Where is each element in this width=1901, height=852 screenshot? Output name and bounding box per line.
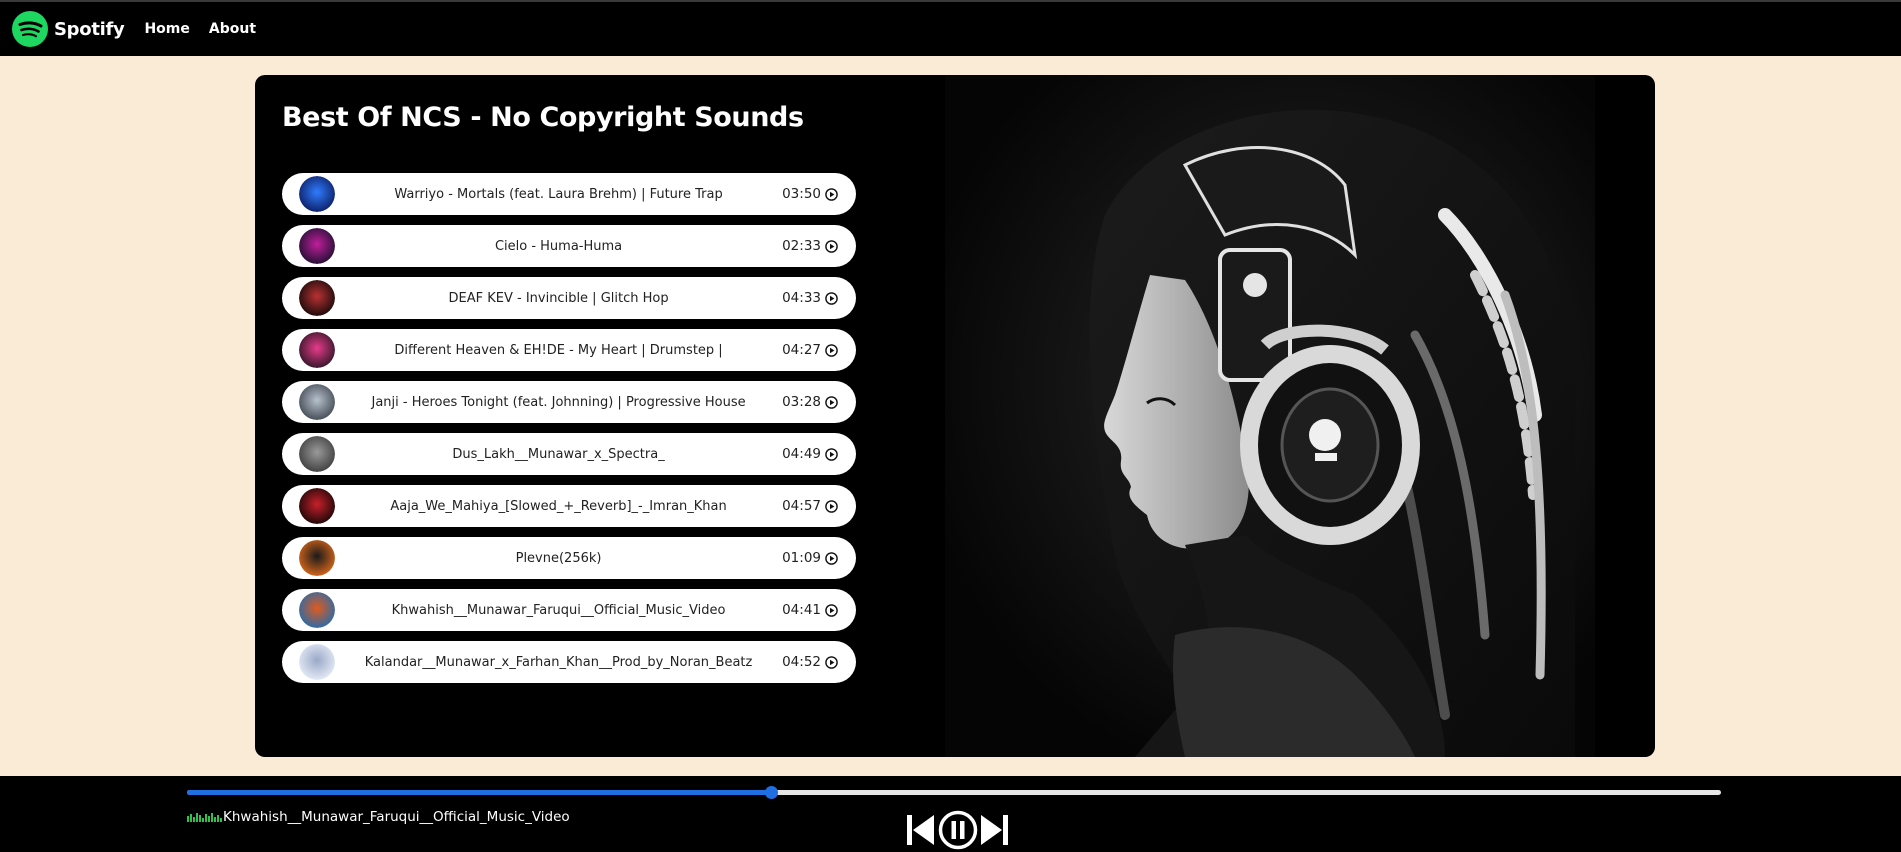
play-circle-icon[interactable] — [825, 343, 838, 357]
song-cover — [299, 176, 335, 212]
equalizer-icon — [187, 813, 222, 822]
song-duration-text: 03:50 — [782, 186, 821, 202]
song-cover — [299, 280, 335, 316]
song-duration-text: 03:28 — [782, 394, 821, 410]
song-duration-text: 04:27 — [782, 342, 821, 358]
song-duration-text: 02:33 — [782, 238, 821, 254]
song-name: Different Heaven & EH!DE - My Heart | Dr… — [394, 342, 723, 358]
nav-links: Home About — [144, 21, 275, 37]
song-item[interactable]: Cielo - Huma-Huma 02:33 — [282, 225, 856, 267]
song-list: Warriyo - Mortals (feat. Laura Brehm) | … — [282, 173, 857, 693]
song-duration: 04:41 — [782, 602, 838, 618]
song-cover — [299, 384, 335, 420]
song-item[interactable]: Warriyo - Mortals (feat. Laura Brehm) | … — [282, 173, 856, 215]
song-duration: 04:57 — [782, 498, 838, 514]
song-duration: 03:50 — [782, 186, 838, 202]
song-name: Kalandar__Munawar_x_Farhan_Khan__Prod_by… — [364, 654, 753, 670]
now-playing-title: Khwahish__Munawar_Faruqui__Official_Musi… — [223, 809, 570, 825]
song-duration: 01:09 — [782, 550, 838, 566]
play-circle-icon[interactable] — [825, 395, 838, 409]
song-item[interactable]: Janji - Heroes Tonight (feat. Johnning) … — [282, 381, 856, 423]
play-circle-icon[interactable] — [825, 239, 838, 253]
nav-link-about[interactable]: About — [209, 21, 256, 37]
play-circle-icon[interactable] — [825, 447, 838, 461]
spotify-logo-icon[interactable] — [12, 11, 48, 47]
song-duration-text: 04:33 — [782, 290, 821, 306]
song-item[interactable]: DEAF KEV - Invincible | Glitch Hop 04:33 — [282, 277, 856, 319]
song-cover — [299, 332, 335, 368]
play-circle-icon[interactable] — [825, 291, 838, 305]
song-item[interactable]: Plevne(256k) 01:09 — [282, 537, 856, 579]
brand-name: Spotify — [54, 18, 125, 40]
playback-controls — [906, 810, 1009, 850]
top-navbar: Spotify Home About — [0, 0, 1901, 56]
skip-previous-icon[interactable] — [906, 813, 936, 847]
song-duration-text: 01:09 — [782, 550, 821, 566]
song-cover — [299, 488, 335, 524]
song-name: Dus_Lakh__Munawar_x_Spectra_ — [452, 446, 665, 462]
song-duration-text: 04:41 — [782, 602, 821, 618]
now-playing: Khwahish__Munawar_Faruqui__Official_Musi… — [187, 809, 570, 825]
song-name: DEAF KEV - Invincible | Glitch Hop — [448, 290, 669, 306]
song-item[interactable]: Dus_Lakh__Munawar_x_Spectra_ 04:49 — [282, 433, 856, 475]
song-duration: 04:33 — [782, 290, 838, 306]
nav-link-home[interactable]: Home — [144, 21, 189, 37]
song-name: Cielo - Huma-Huma — [494, 238, 623, 254]
progress-bar[interactable] — [187, 786, 1721, 799]
song-item[interactable]: Khwahish__Munawar_Faruqui__Official_Musi… — [282, 589, 856, 631]
play-circle-icon[interactable] — [825, 499, 838, 513]
song-duration-text: 04:57 — [782, 498, 821, 514]
song-cover — [299, 592, 335, 628]
play-circle-icon[interactable] — [825, 187, 838, 201]
play-circle-icon[interactable] — [825, 603, 838, 617]
song-duration: 02:33 — [782, 238, 838, 254]
pause-circle-icon[interactable] — [938, 810, 978, 850]
song-name: Aaja_We_Mahiya_[Slowed_+_Reverb]_-_Imran… — [390, 498, 727, 514]
song-duration: 04:52 — [782, 654, 838, 670]
song-name: Warriyo - Mortals (feat. Laura Brehm) | … — [394, 186, 723, 202]
playlist-container: Best Of NCS - No Copyright Sounds Warriy… — [255, 75, 1655, 757]
song-duration: 03:28 — [782, 394, 838, 410]
song-name: Janji - Heroes Tonight (feat. Johnning) … — [371, 394, 746, 410]
song-cover — [299, 644, 335, 680]
song-duration: 04:27 — [782, 342, 838, 358]
hero-image — [885, 75, 1595, 757]
song-name: Khwahish__Munawar_Faruqui__Official_Musi… — [391, 602, 726, 618]
play-circle-icon[interactable] — [825, 551, 838, 565]
progress-thumb[interactable] — [765, 786, 779, 799]
playlist-title: Best Of NCS - No Copyright Sounds — [282, 102, 804, 133]
song-item[interactable]: Kalandar__Munawar_x_Farhan_Khan__Prod_by… — [282, 641, 856, 683]
song-cover — [299, 540, 335, 576]
player-bar: Khwahish__Munawar_Faruqui__Official_Musi… — [0, 776, 1901, 852]
song-cover — [299, 228, 335, 264]
song-name: Plevne(256k) — [515, 550, 602, 566]
song-item[interactable]: Different Heaven & EH!DE - My Heart | Dr… — [282, 329, 856, 371]
play-circle-icon[interactable] — [825, 655, 838, 669]
song-duration: 04:49 — [782, 446, 838, 462]
song-duration-text: 04:52 — [782, 654, 821, 670]
progress-fill — [187, 790, 772, 795]
song-cover — [299, 436, 335, 472]
brand[interactable]: Spotify — [12, 11, 125, 47]
song-duration-text: 04:49 — [782, 446, 821, 462]
song-item[interactable]: Aaja_We_Mahiya_[Slowed_+_Reverb]_-_Imran… — [282, 485, 856, 527]
skip-next-icon[interactable] — [979, 813, 1009, 847]
